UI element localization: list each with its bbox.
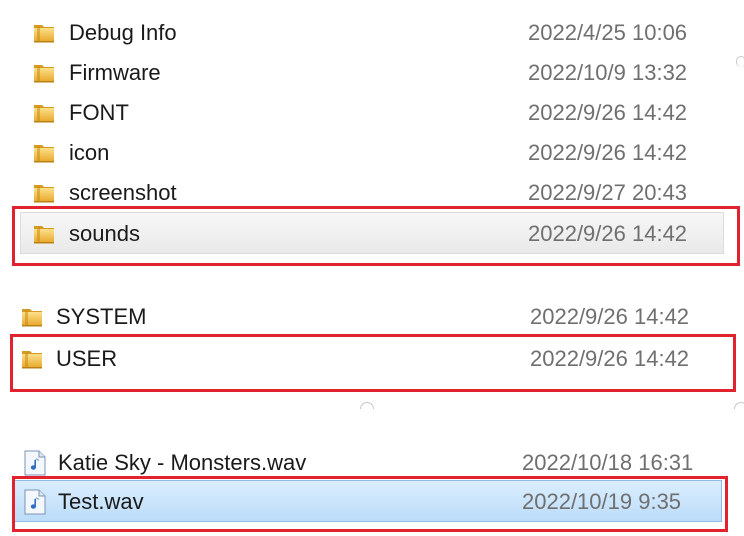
file-name: screenshot [69,180,177,205]
file-name: Katie Sky - Monsters.wav [58,450,307,475]
file-date: 2022/4/25 10:06 [528,20,688,45]
file-date: 2022/9/27 20:43 [528,180,688,205]
folder-icon [32,21,56,45]
music-file-icon [24,450,46,476]
highlight-box [12,476,728,532]
folder-icon [32,181,56,205]
file-row[interactable]: Firmware 2022/10/9 13:32 [20,52,720,92]
file-row[interactable]: Debug Info 2022/4/25 10:06 [20,12,720,52]
file-date: 2022/10/9 13:32 [528,60,688,85]
file-date: 2022/9/26 14:42 [530,304,690,329]
file-date: 2022/9/26 14:42 [528,140,688,165]
folder-icon [32,141,56,165]
file-date: 2022/10/18 16:31 [522,450,694,475]
file-name: Firmware [69,60,161,85]
scrollbar-edge[interactable] [360,402,374,409]
file-row[interactable]: icon 2022/9/26 14:42 [20,132,720,172]
folder-icon [32,61,56,85]
scrollbar-edge[interactable] [734,402,744,409]
file-name: Debug Info [69,20,177,45]
highlight-box [10,334,736,392]
folder-icon [32,101,56,125]
file-date: 2022/9/26 14:42 [528,100,688,125]
file-name: SYSTEM [56,304,147,329]
scrollbar-edge[interactable] [736,56,744,67]
file-row[interactable]: FONT 2022/9/26 14:42 [20,92,720,132]
highlight-box [12,206,740,266]
folder-icon [20,305,44,329]
file-name: icon [69,140,110,165]
file-row[interactable]: SYSTEM 2022/9/26 14:42 [8,296,728,336]
file-name: FONT [69,100,129,125]
